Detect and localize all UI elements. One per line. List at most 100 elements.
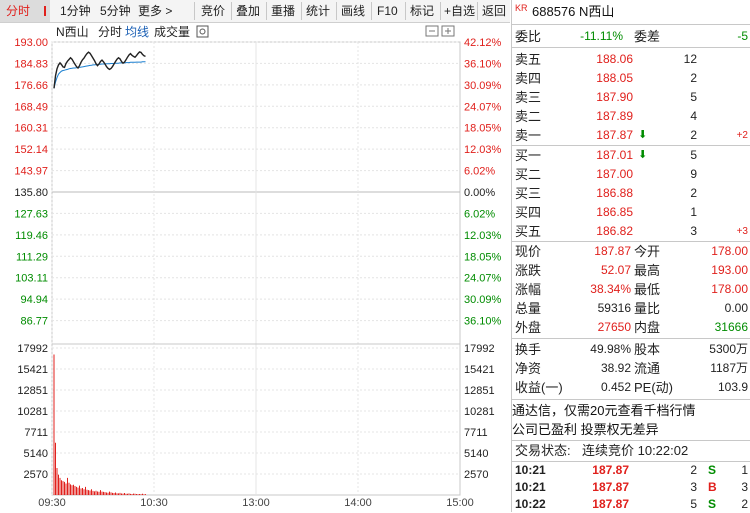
stat-row: 涨跌 52.07 最高 193.00	[512, 261, 750, 280]
buy-price: 186.88	[596, 186, 633, 200]
percent-tick-label: 36.10%	[464, 58, 502, 70]
stat-row: 涨幅 38.34% 最低 178.00	[512, 280, 750, 299]
axis-labels: 193.00 42.12% 184.83 36.10% 176.66 30.09% 168.…	[14, 37, 501, 509]
buy-volume: 3	[690, 224, 697, 238]
fundamental-label: PE(动)	[634, 380, 674, 395]
tick-time: 10:21	[515, 480, 546, 494]
volume-tick-label: 17992	[464, 343, 495, 355]
price-tick-label: 103.11	[15, 273, 48, 285]
back-button[interactable]: 返回	[482, 0, 506, 22]
legend-intraday: 分时	[98, 25, 122, 39]
settings-icon[interactable]	[196, 25, 209, 38]
stock-name-label: N西山	[56, 25, 89, 39]
sell-volume: 4	[690, 109, 697, 123]
buy-row[interactable]: 买三 186.88 2	[512, 184, 750, 203]
tab-more[interactable]: 更多 >	[138, 0, 172, 22]
market-badge: KR	[515, 3, 528, 13]
buy-row[interactable]: 买五 186.82 3 +3	[512, 222, 750, 241]
tab-5min[interactable]: 5分钟	[100, 0, 131, 22]
buy-row[interactable]: 买二 187.00 9	[512, 165, 750, 184]
stat-value: 178.00	[711, 282, 748, 296]
volume-tick-label: 7711	[24, 427, 48, 439]
tick-row[interactable]: 10:21 187.87 2 S 1	[512, 462, 750, 479]
add-watchlist-button[interactable]: +自选	[444, 0, 475, 22]
divider	[512, 399, 750, 400]
buy-level-label: 买三	[515, 186, 542, 201]
stat-value: 193.00	[711, 263, 748, 277]
tick-time: 10:22	[515, 497, 546, 511]
sell-row[interactable]: 卖二 187.89 4	[512, 107, 750, 126]
sell-level-label: 卖二	[515, 109, 542, 124]
tick-row[interactable]: 10:21 187.87 3 B 3	[512, 479, 750, 496]
stat-label: 今开	[634, 244, 661, 259]
toolbar-divider	[405, 2, 406, 20]
buy-level-label: 买五	[515, 224, 542, 239]
expand-icon[interactable]	[441, 25, 455, 37]
buy-volume: 2	[690, 186, 697, 200]
toolbar-divider	[440, 2, 441, 20]
fundamental-value: 0.452	[600, 380, 631, 394]
sell-row[interactable]: 卖四 188.05 2	[512, 69, 750, 88]
sell-change: +2	[736, 130, 748, 141]
replay-button[interactable]: 重播	[271, 0, 295, 22]
volume-tick-label: 7711	[464, 427, 488, 439]
time-tick-label: 10:30	[140, 497, 168, 509]
promo-line-1[interactable]: 通达信，仅需20元查看千档行情	[512, 401, 750, 420]
mark-button[interactable]: 标记	[410, 0, 434, 22]
toolbar-divider	[477, 2, 478, 20]
tab-intraday-label: 分时	[6, 4, 31, 18]
volume-tick-label: 10281	[464, 406, 495, 418]
f10-button[interactable]: F10	[377, 0, 398, 22]
price-tick-label: 94.94	[20, 294, 48, 306]
statistics-button[interactable]: 统计	[306, 0, 330, 22]
sell-level-label: 卖五	[515, 52, 542, 67]
volume-tick-label: 5140	[24, 448, 48, 460]
tab-intraday[interactable]: 分时	[0, 0, 50, 22]
price-tick-label: 168.49	[14, 101, 48, 113]
price-tick-label: 127.63	[14, 208, 48, 220]
stat-label: 量比	[634, 301, 661, 316]
volume-tick-label: 12851	[17, 385, 48, 397]
promo-line-2: 公司已盈利 投票权无差异	[512, 422, 659, 437]
stat-label: 外盘	[515, 320, 542, 335]
volume-tick-label: 10281	[17, 406, 48, 418]
tick-row[interactable]: 10:22 187.87 5 S 2	[512, 496, 750, 513]
stat-value: 52.07	[600, 263, 631, 277]
tick-count: 3	[741, 480, 748, 494]
price-tick-label: 143.97	[14, 166, 48, 178]
down-arrow-icon: ⬇	[638, 149, 648, 161]
toolbar-divider	[231, 2, 232, 20]
toolbar-divider	[336, 2, 337, 20]
sell-row[interactable]: 卖五 188.06 12	[512, 50, 750, 69]
sell-volume: 5	[690, 90, 697, 104]
draw-button[interactable]: 画线	[341, 0, 365, 22]
intraday-chart[interactable]: 193.00 42.12% 184.83 36.10% 176.66 30.09% 168.…	[0, 22, 510, 512]
weibi-value: -11.11%	[580, 29, 623, 43]
price-tick-label: 160.31	[14, 123, 48, 135]
percent-tick-label: 36.10%	[464, 316, 502, 328]
overlay-button[interactable]: 叠加	[236, 0, 260, 22]
time-tick-label: 13:00	[242, 497, 270, 509]
buy-row[interactable]: 买四 186.85 1	[512, 203, 750, 222]
sell-price: 187.89	[596, 109, 633, 123]
volume-tick-label: 2570	[464, 469, 488, 481]
sell-row[interactable]: 卖三 187.90 5	[512, 88, 750, 107]
stat-row: 总量 59316 量比 0.00	[512, 299, 750, 318]
buy-change: +3	[736, 226, 748, 237]
auction-button[interactable]: 竞价	[201, 0, 225, 22]
buy-level-label: 买四	[515, 205, 542, 220]
buy-level-label: 买一	[515, 148, 542, 163]
sell-price: 188.06	[596, 52, 633, 66]
buy-row[interactable]: 买一 187.01 ⬇ 5	[512, 146, 750, 165]
percent-tick-label: 24.07%	[464, 101, 502, 113]
tab-1min[interactable]: 1分钟	[60, 0, 91, 22]
stat-row: 现价 187.87 今开 178.00	[512, 242, 750, 261]
sell-volume: 2	[690, 128, 697, 142]
sell-row[interactable]: 卖一 187.87 ⬇ 2 +2	[512, 126, 750, 145]
status-label: 交易状态:	[515, 443, 571, 458]
collapse-icon[interactable]	[425, 25, 439, 37]
stat-label: 现价	[515, 244, 542, 259]
stat-label: 最高	[634, 263, 661, 278]
tick-volume: 2	[690, 463, 697, 477]
toolbar-divider	[194, 2, 195, 20]
